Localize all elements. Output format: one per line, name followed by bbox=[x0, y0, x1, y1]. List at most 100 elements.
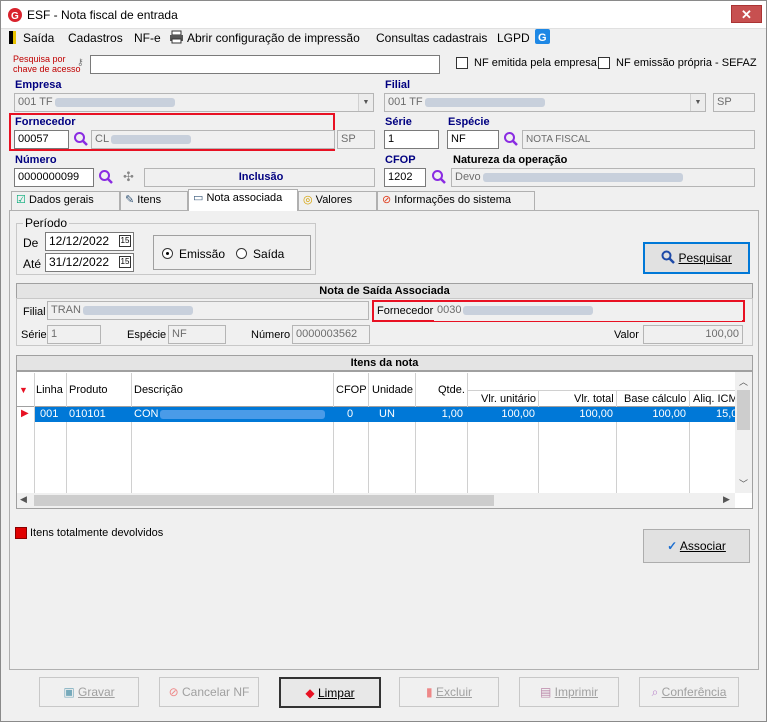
filial-uf: SP bbox=[713, 93, 755, 112]
calendar-icon[interactable]: 15 bbox=[119, 235, 131, 247]
chevron-down-icon[interactable]: ﹀ bbox=[739, 477, 748, 490]
cancelar-nf-button[interactable]: ⊘ Cancelar NF bbox=[159, 677, 259, 707]
title-bar: G ESF - Nota fiscal de entrada ✕ bbox=[1, 1, 766, 29]
ate-date-value: 31/12/2022 bbox=[49, 255, 110, 269]
excluir-button[interactable]: ▮ Excluir bbox=[399, 677, 499, 707]
header-vlr-unitario[interactable]: Vlr. unitário bbox=[481, 393, 536, 405]
horizontal-scrollbar[interactable]: ◀ ▶ bbox=[17, 493, 735, 508]
fornecedor-code-input[interactable]: 00057 bbox=[14, 130, 69, 149]
serie-label: Série bbox=[385, 116, 412, 128]
menu-saida[interactable]: Saída bbox=[23, 31, 54, 45]
gravar-label: Gravar bbox=[78, 685, 115, 699]
sort-arrow-icon[interactable]: ▼ bbox=[19, 385, 28, 395]
chevron-left-icon[interactable]: ◀ bbox=[20, 494, 27, 505]
cell-descricao-text: CON bbox=[134, 408, 159, 420]
conferencia-label: Conferência bbox=[661, 685, 727, 699]
saida-radio[interactable] bbox=[236, 248, 247, 259]
fornecedor-saida-text: 0030 bbox=[437, 304, 462, 316]
scroll-thumb[interactable] bbox=[34, 495, 494, 506]
key-icon: ⚷ bbox=[77, 57, 84, 67]
chevron-down-icon: ▼ bbox=[690, 94, 705, 111]
search-label-line2: chave de acesso bbox=[13, 64, 81, 74]
header-qtde[interactable]: Qtde. bbox=[438, 384, 465, 396]
close-button[interactable]: ✕ bbox=[731, 5, 762, 23]
tab-nota-associada[interactable]: ▭ Nota associada bbox=[188, 189, 298, 211]
ate-label: Até bbox=[23, 257, 42, 271]
edit-icon: ✎ bbox=[125, 194, 135, 206]
search-icon[interactable] bbox=[431, 169, 447, 185]
natureza-label: Natureza da operação bbox=[453, 154, 568, 166]
menu-consultas[interactable]: Consultas cadastrais bbox=[376, 31, 487, 45]
pesquisar-button[interactable]: Pesquisar bbox=[643, 242, 750, 274]
filial-value: 001 TF bbox=[388, 96, 423, 108]
cell-cfop: 0 bbox=[347, 408, 354, 420]
tab-informacoes[interactable]: ⊘ Informações do sistema bbox=[377, 191, 535, 210]
nf-propria-checkbox[interactable] bbox=[598, 57, 610, 69]
printer-icon: ▤ bbox=[539, 685, 552, 699]
nf-emitida-label: NF emitida pela empresa bbox=[474, 57, 597, 69]
filial-select[interactable]: 001 TF ▼ bbox=[384, 93, 706, 112]
saida-label: Saída bbox=[253, 247, 285, 261]
col-divider bbox=[131, 373, 132, 493]
de-date-input[interactable]: 12/12/2022 15 bbox=[45, 232, 134, 251]
tab-label: Informações do sistema bbox=[394, 194, 512, 206]
cell-base: 100,00 bbox=[652, 408, 686, 420]
serie-input[interactable]: 1 bbox=[384, 130, 439, 149]
cell-produto: 010101 bbox=[69, 408, 106, 420]
cell-qtde: 1,00 bbox=[441, 408, 463, 420]
tab-label: Dados gerais bbox=[28, 194, 94, 206]
tab-valores[interactable]: ◎ Valores bbox=[298, 191, 377, 210]
especie-input[interactable]: NF bbox=[447, 130, 499, 149]
associar-button[interactable]: ✓ Associar bbox=[643, 529, 750, 563]
filial-saida-label: Filial bbox=[23, 306, 46, 318]
add-icon[interactable]: ✣ bbox=[123, 169, 134, 185]
valor-saida-label: Valor bbox=[614, 329, 639, 341]
gravar-button[interactable]: ▣ Gravar bbox=[39, 677, 139, 707]
table-row[interactable]: 001 010101 CON 0 UN 1,00 100,00 100,00 1… bbox=[35, 407, 737, 422]
cell-unidade: UN bbox=[379, 408, 395, 420]
nf-emitida-checkbox[interactable] bbox=[456, 57, 468, 69]
header-produto[interactable]: Produto bbox=[69, 384, 108, 396]
cancelar-label: Cancelar NF bbox=[182, 685, 250, 699]
calendar-icon[interactable]: 15 bbox=[119, 256, 131, 268]
header-descricao[interactable]: Descrição bbox=[134, 384, 183, 396]
empresa-select[interactable]: 001 TF ▼ bbox=[14, 93, 374, 112]
chevron-right-icon[interactable]: ▶ bbox=[723, 494, 730, 505]
header-unidade[interactable]: Unidade bbox=[372, 384, 413, 396]
menu-lgpd[interactable]: LGPD bbox=[497, 31, 530, 45]
nota-saida-title: Nota de Saída Associada bbox=[16, 283, 753, 299]
header-linha[interactable]: Linha bbox=[36, 384, 63, 396]
vertical-scrollbar[interactable]: ︿ ﹀ bbox=[735, 372, 752, 493]
conferencia-button[interactable]: ⌕ Conferência bbox=[639, 677, 739, 707]
chevron-up-icon[interactable]: ︿ bbox=[739, 375, 748, 388]
search-icon[interactable] bbox=[503, 131, 519, 147]
menu-cadastros[interactable]: Cadastros bbox=[68, 31, 123, 45]
emissao-radio[interactable] bbox=[162, 248, 173, 259]
cfop-input[interactable]: 1202 bbox=[384, 168, 426, 187]
tab-itens[interactable]: ✎ Itens bbox=[120, 191, 188, 210]
header-aliq-icm[interactable]: Aliq. ICM bbox=[693, 393, 738, 405]
header-vlr-total[interactable]: Vlr. total bbox=[574, 393, 614, 405]
tab-dados-gerais[interactable]: ☑ Dados gerais bbox=[11, 191, 120, 210]
serie-saida-value: 1 bbox=[47, 325, 101, 344]
menu-abrir-config[interactable]: Abrir configuração de impressão bbox=[187, 31, 360, 45]
header-cfop[interactable]: CFOP bbox=[336, 384, 367, 396]
chave-acesso-input[interactable] bbox=[90, 55, 440, 74]
menu-nfe[interactable]: NF-e bbox=[134, 31, 161, 45]
search-icon[interactable] bbox=[73, 131, 89, 147]
lgpd-logo-icon[interactable]: G bbox=[535, 29, 550, 44]
limpar-button[interactable]: ◆ Limpar bbox=[279, 677, 381, 708]
imprimir-button[interactable]: ▤ Imprimir bbox=[519, 677, 619, 707]
search-icon[interactable] bbox=[98, 169, 114, 185]
header-base-calculo[interactable]: Base cálculo bbox=[624, 393, 686, 405]
ate-date-input[interactable]: 31/12/2022 15 bbox=[45, 253, 134, 272]
col-divider bbox=[689, 390, 690, 493]
natureza-value: Devo bbox=[451, 168, 755, 187]
header-divider bbox=[467, 390, 735, 391]
imprimir-label: Imprimir bbox=[554, 685, 598, 699]
col-divider bbox=[538, 390, 539, 493]
eraser-icon: ◆ bbox=[305, 686, 315, 700]
empresa-value: 001 TF bbox=[18, 96, 53, 108]
scroll-thumb[interactable] bbox=[737, 390, 750, 430]
numero-input[interactable]: 0000000099 bbox=[14, 168, 94, 187]
